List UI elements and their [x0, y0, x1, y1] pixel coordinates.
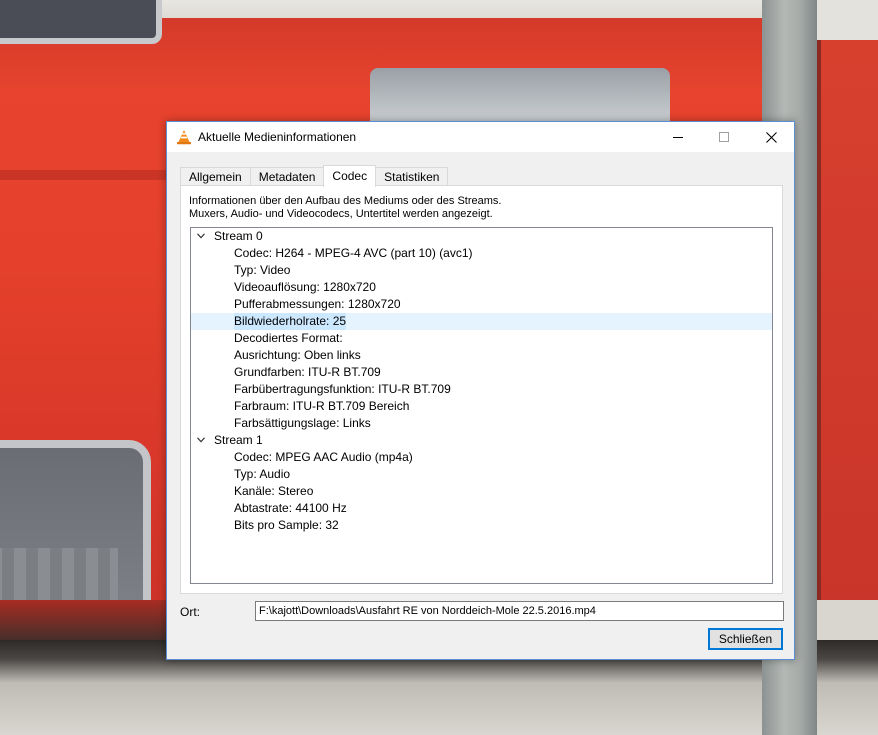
tree-property-row[interactable]: Typ: Video	[191, 262, 772, 279]
tree-property-row[interactable]: Farbsättigungslage: Links	[191, 415, 772, 432]
train-door-panel	[370, 68, 670, 128]
location-label: Ort:	[180, 605, 200, 619]
codec-tree[interactable]: Stream 0 Codec: H264 - MPEG-4 AVC (part 1…	[190, 227, 773, 584]
tab-codec[interactable]: Codec	[323, 165, 377, 187]
train-window-top	[0, 0, 162, 44]
property-text: Typ: Video	[234, 263, 291, 277]
tree-property-row[interactable]: Codec: MPEG AAC Audio (mp4a)	[191, 449, 772, 466]
tree-property-row[interactable]: Typ: Audio	[191, 466, 772, 483]
tree-stream-node[interactable]: Stream 0	[191, 228, 772, 245]
tree-property-row[interactable]: Videoauflösung: 1280x720	[191, 279, 772, 296]
tab-bar: Allgemein Metadaten Codec Statistiken	[180, 165, 449, 187]
maximize-icon	[719, 132, 729, 142]
property-text: Farbsättigungslage: Links	[234, 416, 371, 430]
description-line-1: Informationen über den Aufbau des Medium…	[189, 195, 502, 207]
property-text: Grundfarben: ITU-R BT.709	[234, 365, 381, 379]
tree-property-row[interactable]: Pufferabmessungen: 1280x720	[191, 296, 772, 313]
property-text: Typ: Audio	[234, 467, 291, 481]
tree-property-row[interactable]: Decodiertes Format:	[191, 330, 772, 347]
tree-property-row[interactable]: Grundfarben: ITU-R BT.709	[191, 364, 772, 381]
background-sky-right	[817, 0, 878, 40]
location-field[interactable]: F:\kajott\Downloads\Ausfahrt RE von Nord…	[255, 601, 784, 621]
tree-property-row[interactable]: Ausrichtung: Oben links	[191, 347, 772, 364]
tree-property-row[interactable]: Farbübertragungsfunktion: ITU-R BT.709	[191, 381, 772, 398]
stream-label: Stream 0	[214, 229, 263, 243]
tree-property-row[interactable]: Kanäle: Stereo	[191, 483, 772, 500]
property-text: Kanäle: Stereo	[234, 484, 314, 498]
property-text: Abtastrate: 44100 Hz	[234, 501, 347, 515]
tab-statistiken[interactable]: Statistiken	[375, 167, 449, 186]
property-text: Bildwiederholrate: 25	[234, 313, 347, 330]
tree-property-row[interactable]: Bildwiederholrate: 25	[191, 313, 772, 330]
tree-property-row[interactable]: Abtastrate: 44100 Hz	[191, 500, 772, 517]
tree-stream-node[interactable]: Stream 1	[191, 432, 772, 449]
chevron-down-icon[interactable]	[197, 233, 205, 239]
description-line-2: Muxers, Audio- und Videocodecs, Untertit…	[189, 208, 493, 220]
tree-property-row[interactable]: Bits pro Sample: 32	[191, 517, 772, 534]
window-title: Aktuelle Medieninformationen	[198, 130, 357, 144]
property-text: Decodiertes Format:	[234, 331, 343, 345]
chevron-down-icon[interactable]	[197, 437, 205, 443]
tab-metadaten[interactable]: Metadaten	[249, 167, 325, 186]
minimize-icon	[673, 137, 683, 138]
property-text: Codec: H264 - MPEG-4 AVC (part 10) (avc1…	[234, 246, 473, 260]
codec-panel: Informationen über den Aufbau des Medium…	[180, 185, 783, 594]
property-text: Codec: MPEG AAC Audio (mp4a)	[234, 450, 413, 464]
close-icon	[765, 131, 777, 143]
close-button[interactable]: Schließen	[708, 628, 783, 650]
title-bar[interactable]: Aktuelle Medieninformationen	[167, 122, 794, 152]
train-car-right	[817, 40, 878, 600]
property-text: Farbraum: ITU-R BT.709 Bereich	[234, 399, 410, 413]
media-info-dialog: Aktuelle Medieninformationen Allgemein M…	[166, 121, 795, 660]
property-text: Pufferabmessungen: 1280x720	[234, 297, 401, 311]
vlc-cone-icon	[176, 129, 192, 145]
maximize-button[interactable]	[701, 122, 747, 152]
tab-allgemein[interactable]: Allgemein	[180, 167, 251, 186]
codec-description: Informationen über den Aufbau des Medium…	[189, 195, 501, 221]
close-window-button[interactable]	[748, 122, 794, 152]
minimize-button[interactable]	[655, 122, 701, 152]
property-text: Bits pro Sample: 32	[234, 518, 339, 532]
stream-label: Stream 1	[214, 433, 263, 447]
property-text: Farbübertragungsfunktion: ITU-R BT.709	[234, 382, 451, 396]
tree-property-row[interactable]: Codec: H264 - MPEG-4 AVC (part 10) (avc1…	[191, 245, 772, 262]
property-text: Ausrichtung: Oben links	[234, 348, 361, 362]
tree-property-row[interactable]: Farbraum: ITU-R BT.709 Bereich	[191, 398, 772, 415]
property-text: Videoauflösung: 1280x720	[234, 280, 376, 294]
